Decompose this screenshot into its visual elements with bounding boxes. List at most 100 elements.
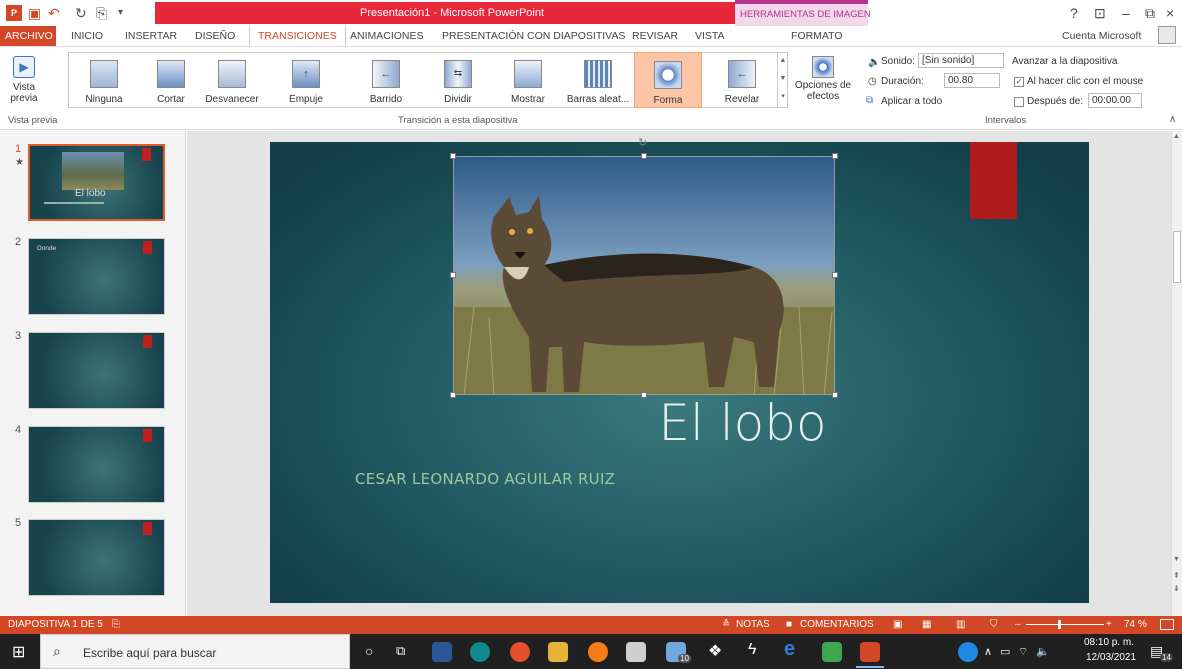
internet-explorer-icon[interactable]: e bbox=[784, 638, 795, 661]
from-beginning-icon[interactable]: ⎘ bbox=[96, 5, 107, 21]
reading-view-icon[interactable]: ▥ bbox=[956, 619, 965, 630]
zoom-out-icon[interactable]: – bbox=[1015, 619, 1021, 630]
tab-inicio[interactable]: INICIO bbox=[71, 30, 103, 42]
chrome-icon[interactable] bbox=[510, 642, 530, 662]
search-input[interactable]: Escribe aquí para buscar bbox=[83, 646, 216, 660]
transition-barras[interactable]: Barras aleat... bbox=[566, 52, 630, 108]
slide-subtitle[interactable]: CESAR LEONARDO AGUILAR RUIZ bbox=[355, 470, 615, 488]
resize-handle[interactable] bbox=[641, 392, 647, 398]
vertical-scrollbar[interactable]: ▲ ▼ ⇞ ⇟ bbox=[1171, 131, 1182, 616]
transition-forma[interactable]: Forma bbox=[634, 52, 702, 108]
dropbox-icon[interactable]: ❖ bbox=[708, 641, 722, 661]
tab-vista[interactable]: VISTA bbox=[695, 30, 725, 42]
minimize-button[interactable]: – bbox=[1122, 5, 1130, 21]
resize-handle[interactable] bbox=[450, 153, 456, 159]
after-checkbox[interactable] bbox=[1014, 97, 1024, 107]
tab-transiciones[interactable]: TRANSICIONES bbox=[249, 26, 346, 46]
tab-presentacion[interactable]: PRESENTACIÓN CON DIAPOSITIVAS bbox=[442, 30, 625, 42]
powerpoint-taskbar-icon[interactable] bbox=[860, 642, 880, 662]
thumbnail-slide-4[interactable] bbox=[28, 426, 165, 503]
tab-animaciones[interactable]: ANIMACIONES bbox=[350, 30, 424, 42]
transition-revelar[interactable]: ← Revelar bbox=[720, 52, 764, 108]
wifi-icon[interactable]: ⌔ bbox=[1018, 645, 1028, 659]
next-slide-icon[interactable]: ⇟ bbox=[1173, 584, 1180, 593]
transition-mostrar[interactable]: Mostrar bbox=[502, 52, 554, 108]
taskbar-search[interactable]: ⌕ Escribe aquí para buscar bbox=[40, 634, 350, 669]
network-icon[interactable]: ▭ bbox=[1000, 645, 1010, 658]
preview-button[interactable]: ▶ Vista previa bbox=[4, 52, 44, 108]
save-icon[interactable]: ▣ bbox=[28, 5, 41, 21]
on-click-checkbox[interactable]: ✓ bbox=[1014, 77, 1024, 87]
customize-qat-icon[interactable]: ▾ bbox=[118, 5, 123, 21]
thumbnail-slide-3[interactable] bbox=[28, 332, 165, 409]
thumbnail-slide-1[interactable]: El lobo bbox=[28, 144, 165, 221]
file-explorer-icon[interactable] bbox=[548, 642, 568, 662]
fit-slide-icon[interactable] bbox=[1160, 619, 1174, 630]
restore-button[interactable]: ⧉ bbox=[1145, 5, 1155, 22]
sound-select[interactable]: [Sin sonido] bbox=[918, 53, 1004, 68]
redo-icon[interactable]: ↻ bbox=[75, 5, 87, 21]
thumbnail-slide-2[interactable]: Donde bbox=[28, 238, 165, 315]
comments-button[interactable]: COMENTARIOS bbox=[800, 619, 874, 630]
help-button[interactable]: ? bbox=[1070, 5, 1078, 21]
notes-button[interactable]: NOTAS bbox=[736, 619, 770, 630]
volume-icon[interactable]: 🔈 bbox=[1036, 645, 1050, 658]
avatar[interactable] bbox=[1158, 26, 1176, 44]
prev-slide-icon[interactable]: ⇞ bbox=[1173, 571, 1180, 580]
zoom-slider-thumb[interactable] bbox=[1058, 620, 1061, 629]
tab-diseno[interactable]: DISEÑO bbox=[195, 30, 235, 42]
normal-view-icon[interactable]: ▣ bbox=[893, 619, 902, 630]
slide-sorter-icon[interactable]: ▦ bbox=[922, 619, 931, 630]
windows-start-icon[interactable]: ⊞ bbox=[12, 642, 25, 662]
resize-handle[interactable] bbox=[832, 392, 838, 398]
resize-handle[interactable] bbox=[450, 272, 456, 278]
transition-empuje[interactable]: ↑ Empuje bbox=[280, 52, 332, 108]
duration-input[interactable]: 00.80 bbox=[944, 73, 1000, 88]
zoom-in-icon[interactable]: + bbox=[1106, 619, 1112, 630]
transition-barrido[interactable]: ← Barrido bbox=[358, 52, 414, 108]
cortana-icon[interactable]: ○ bbox=[365, 643, 373, 659]
app-bolt-icon[interactable]: ϟ bbox=[748, 641, 756, 659]
close-button[interactable]: × bbox=[1166, 5, 1174, 21]
transition-desvanecer[interactable]: Desvanecer bbox=[200, 52, 264, 108]
apply-all-button[interactable]: Aplicar a todo bbox=[881, 96, 942, 107]
after-input[interactable]: 00:00.00 bbox=[1088, 93, 1142, 108]
transition-cortar[interactable]: Cortar bbox=[145, 52, 197, 108]
resize-handle[interactable] bbox=[641, 153, 647, 159]
gallery-scroll[interactable]: ▲ ▼ ▾ bbox=[777, 52, 788, 108]
rotate-handle-icon[interactable]: ↻ bbox=[638, 136, 647, 149]
tray-chevron-icon[interactable]: ∧ bbox=[984, 645, 992, 658]
spellcheck-icon[interactable]: ⎘ bbox=[112, 619, 120, 630]
zoom-level[interactable]: 74 % bbox=[1124, 619, 1147, 630]
effect-options-button[interactable]: Opciones de efectos bbox=[792, 52, 854, 108]
tab-formato[interactable]: FORMATO bbox=[791, 30, 843, 42]
slide-title[interactable]: El lobo bbox=[270, 394, 1182, 452]
undo-icon[interactable]: ↶ bbox=[48, 5, 60, 21]
scroll-down-icon[interactable]: ▼ bbox=[1173, 556, 1180, 563]
help-tray-icon[interactable] bbox=[958, 642, 978, 662]
task-view-icon[interactable]: ⧉ bbox=[396, 643, 405, 659]
resize-handle[interactable] bbox=[450, 392, 456, 398]
photos-icon[interactable] bbox=[822, 642, 842, 662]
word-icon[interactable] bbox=[432, 642, 452, 662]
edge-icon[interactable] bbox=[470, 642, 490, 662]
tab-revisar[interactable]: REVISAR bbox=[632, 30, 678, 42]
scroll-thumb[interactable] bbox=[1173, 231, 1181, 283]
resize-handle[interactable] bbox=[832, 153, 838, 159]
clock-time[interactable]: 08:10 p. m. bbox=[1084, 637, 1134, 648]
account-link[interactable]: Cuenta Microsoft bbox=[1062, 30, 1141, 42]
resize-handle[interactable] bbox=[832, 272, 838, 278]
collapse-ribbon-icon[interactable]: ∧ bbox=[1169, 114, 1176, 125]
transition-ninguna[interactable]: Ninguna bbox=[78, 52, 130, 108]
zoom-slider-track[interactable] bbox=[1026, 624, 1104, 625]
scroll-up-icon[interactable]: ▲ bbox=[1173, 133, 1180, 140]
slideshow-icon[interactable]: ⛉ bbox=[990, 619, 998, 630]
clock-date[interactable]: 12/03/2021 bbox=[1086, 652, 1136, 663]
ribbon-display-options-button[interactable]: ⊡ bbox=[1094, 5, 1106, 22]
store-icon[interactable] bbox=[626, 642, 646, 662]
tab-archivo[interactable]: ARCHIVO bbox=[0, 26, 56, 46]
thumbnail-slide-5[interactable] bbox=[28, 519, 165, 596]
firefox-icon[interactable] bbox=[588, 642, 608, 662]
transition-dividir[interactable]: ⇆ Dividir bbox=[432, 52, 484, 108]
wolf-photo[interactable] bbox=[453, 156, 835, 395]
